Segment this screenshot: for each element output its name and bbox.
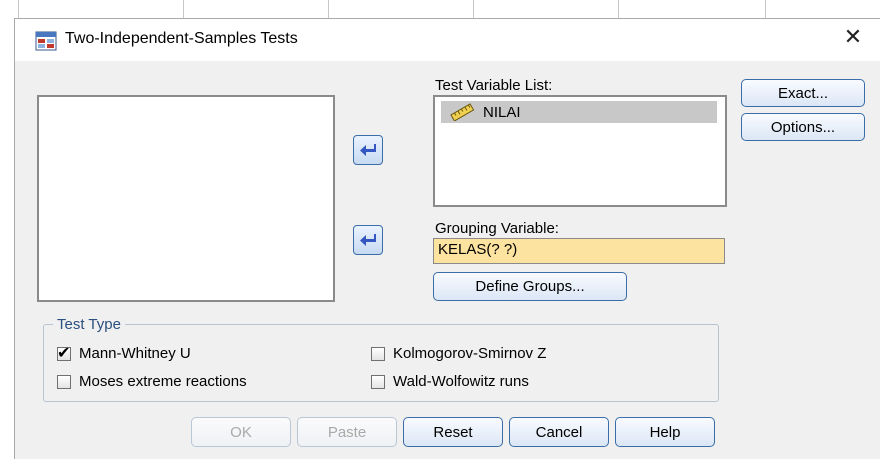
ok-button[interactable]: OK — [191, 417, 291, 447]
move-to-grouping-button[interactable] — [353, 225, 383, 255]
moses-extreme-checkbox[interactable] — [57, 374, 71, 389]
two-independent-samples-dialog: Two-Independent-Samples Tests ✕ Test Var… — [14, 18, 880, 459]
test-type-legend: Test Type — [53, 316, 125, 333]
test-variable-list-label: Test Variable List: — [435, 77, 553, 94]
mann-whitney-option[interactable]: ✔ Mann-Whitney U — [57, 343, 191, 362]
grid-line — [328, 0, 329, 18]
wald-wolfowitz-option[interactable]: Wald-Wolfowitz runs — [371, 373, 529, 390]
grid-line — [18, 0, 19, 18]
moses-extreme-label: Moses extreme reactions — [79, 373, 247, 390]
paste-button[interactable]: Paste — [297, 417, 397, 447]
scale-ruler-icon — [450, 103, 475, 121]
arrow-left-icon — [360, 144, 376, 156]
help-button[interactable]: Help — [615, 417, 715, 447]
title-bar: Two-Independent-Samples Tests ✕ — [15, 19, 880, 61]
grouping-variable-label: Grouping Variable: — [435, 220, 559, 237]
arrow-left-icon — [360, 234, 376, 246]
source-variable-list[interactable] — [37, 95, 335, 302]
cancel-button[interactable]: Cancel — [509, 417, 609, 447]
grid-line — [618, 0, 619, 18]
options-button[interactable]: Options... — [741, 113, 865, 141]
move-to-test-list-button[interactable] — [353, 135, 383, 165]
test-type-group — [43, 324, 719, 402]
moses-extreme-option[interactable]: Moses extreme reactions — [57, 373, 247, 390]
mann-whitney-label: Mann-Whitney U — [79, 345, 191, 362]
kolmogorov-smirnov-label: Kolmogorov-Smirnov Z — [393, 345, 547, 362]
close-icon[interactable]: ✕ — [839, 24, 867, 52]
reset-button[interactable]: Reset — [403, 417, 503, 447]
define-groups-button[interactable]: Define Groups... — [433, 272, 627, 301]
test-variable-item-label: NILAI — [483, 103, 521, 121]
wald-wolfowitz-label: Wald-Wolfowitz runs — [393, 373, 529, 390]
kolmogorov-smirnov-checkbox[interactable] — [371, 346, 385, 361]
spss-dialog-icon — [35, 31, 57, 51]
grid-line — [183, 0, 184, 18]
test-variable-item[interactable]: NILAI — [441, 101, 717, 123]
exact-button[interactable]: Exact... — [741, 79, 865, 107]
grid-line — [765, 0, 766, 18]
grid-line — [473, 0, 474, 18]
kolmogorov-smirnov-option[interactable]: Kolmogorov-Smirnov Z — [371, 345, 546, 362]
checkmark-icon: ✔ — [57, 342, 71, 362]
test-variable-list[interactable]: NILAI — [433, 95, 727, 207]
mann-whitney-checkbox[interactable]: ✔ — [57, 343, 71, 362]
dialog-title: Two-Independent-Samples Tests — [65, 30, 298, 47]
wald-wolfowitz-checkbox[interactable] — [371, 374, 385, 389]
grouping-variable-field[interactable]: KELAS(? ?) — [433, 238, 725, 264]
